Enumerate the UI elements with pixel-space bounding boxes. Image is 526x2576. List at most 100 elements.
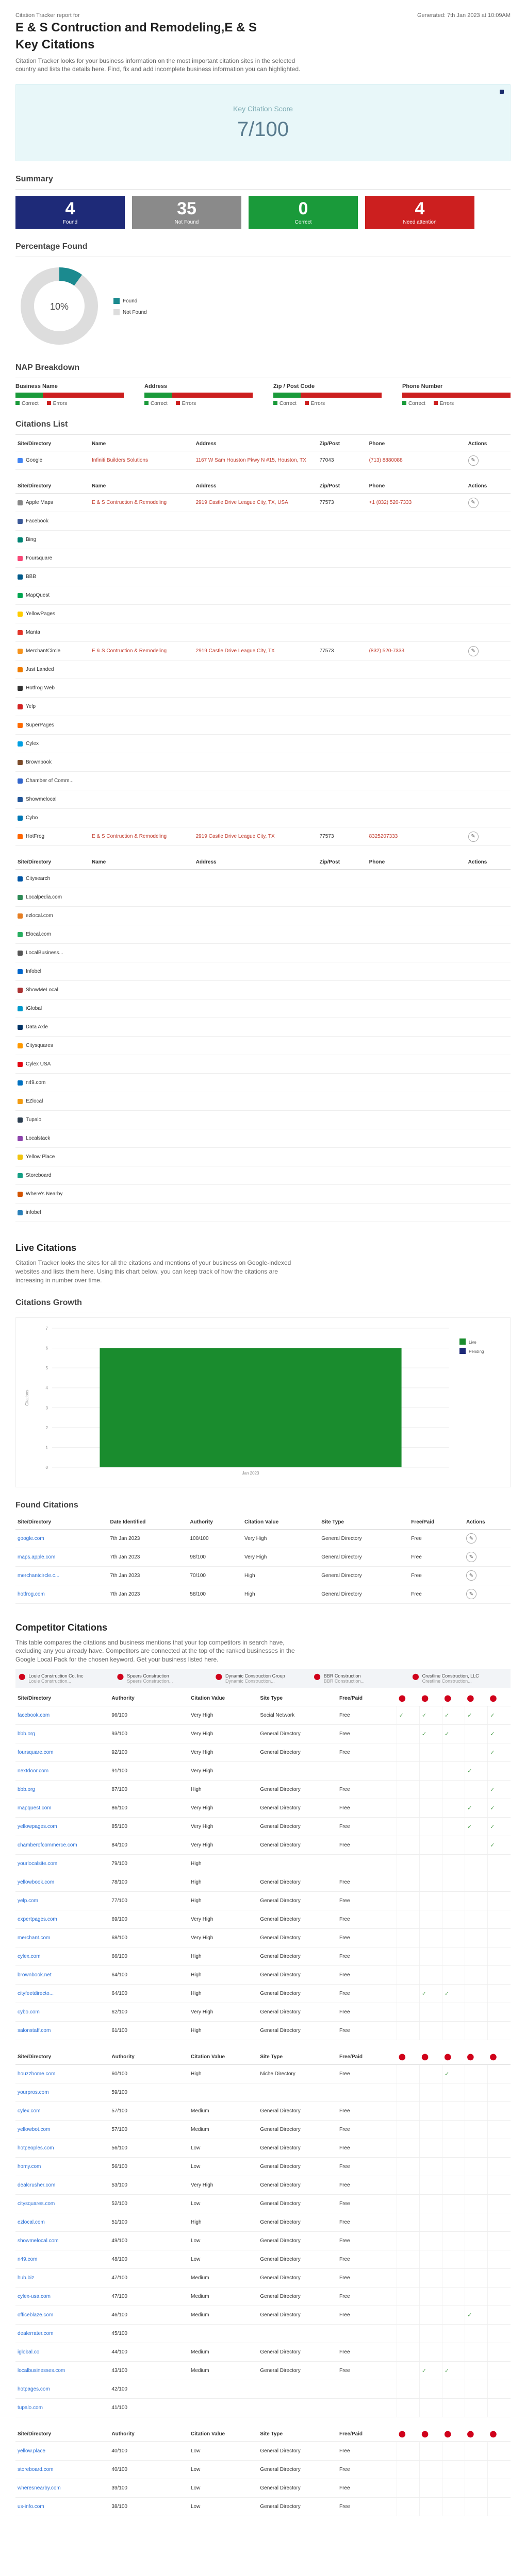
nap-legend-errors: Errors (304, 401, 325, 406)
check-icon: ✓ (421, 2367, 427, 2374)
site-link[interactable]: iglobal.co (15, 2343, 110, 2362)
competitor-check-cell (419, 1910, 442, 1929)
competitor-check-cell (487, 1891, 511, 1910)
value-cell: High (188, 2021, 258, 2040)
site-link[interactable]: mapquest.com (15, 1799, 110, 1818)
competitor-check-cell (419, 2460, 442, 2479)
table-row: yellow.place 40/100 Low General Directory Fr… (15, 2442, 511, 2461)
competitor-check-cell (441, 2306, 465, 2325)
site-link[interactable]: merchant.com (15, 1928, 110, 1947)
table-row: storeboard.com 40/100 Low General Directory… (15, 2460, 511, 2479)
site-link[interactable]: chamberofcommerce.com (15, 1836, 110, 1855)
site-link[interactable]: hotfrog.com (15, 1585, 108, 1604)
competitor-check-cell (465, 2250, 488, 2269)
site-link[interactable]: yourlocalsite.com (15, 1854, 110, 1873)
actions-cell (466, 1036, 511, 1056)
competitor-check-cell (487, 2361, 511, 2380)
site-link[interactable]: ezlocal.com (15, 2213, 110, 2232)
free-cell: Free (337, 1910, 397, 1929)
site-link[interactable]: yelp.com (15, 1891, 110, 1910)
found-citations-table: Site/Directory Date Identified Authority Ci… (15, 1515, 511, 1604)
site-link[interactable]: google.com (15, 1529, 108, 1548)
site-link[interactable]: yellowpages.com (15, 1817, 110, 1836)
site-link[interactable]: n49.com (15, 2250, 110, 2269)
edit-icon[interactable]: ✎ (468, 831, 479, 842)
column-header: Citation Value (188, 2049, 258, 2065)
competitor-name: Dynamic Construction Group (225, 1673, 285, 1679)
site-link[interactable]: localbusinesses.com (15, 2361, 110, 2380)
site-link[interactable]: hotpages.com (15, 2380, 110, 2399)
value-cell: Very High (188, 1910, 258, 1929)
table-row: Hotfrog Web (15, 679, 511, 698)
site-link[interactable]: showmelocal.com (15, 2231, 110, 2250)
site-link[interactable]: foursquare.com (15, 1743, 110, 1762)
competitor-check-cell: ✓ (487, 1836, 511, 1855)
site-link[interactable]: cylex-usa.com (15, 2287, 110, 2306)
site-link[interactable]: storeboard.com (15, 2460, 110, 2479)
y-tick-label: 4 (46, 1385, 48, 1390)
site-link[interactable]: us-info.com (15, 2497, 110, 2516)
competitor-check-cell (419, 1873, 442, 1892)
address-cell (193, 660, 318, 680)
site-link[interactable]: cylex.com (15, 1947, 110, 1966)
site-link[interactable]: brownbook.net (15, 1965, 110, 1985)
column-header: Zip/Post (317, 437, 367, 452)
site-link[interactable]: wheresnearby.com (15, 2479, 110, 2498)
site-link[interactable]: bbb.org (15, 1724, 110, 1743)
competitor-check-cell (487, 2250, 511, 2269)
site-link[interactable]: facebook.com (15, 1706, 110, 1725)
competitor-check-cell (419, 2442, 442, 2461)
edit-icon[interactable]: ✎ (466, 1570, 476, 1581)
site-link[interactable]: cityfeetdirecto... (15, 1984, 110, 2003)
competitor-check-cell (396, 2021, 420, 2040)
site-link[interactable]: bbb.org (15, 1780, 110, 1799)
type-cell: General Directory (258, 2343, 337, 2362)
site-link[interactable]: yellow.place (15, 2442, 110, 2461)
authority-cell: 78/100 (109, 1873, 189, 1892)
type-cell: General Directory (258, 1724, 337, 1743)
site-link[interactable]: dealerrater.com (15, 2324, 110, 2343)
actions-cell (466, 771, 511, 791)
check-icon: ✓ (467, 1823, 472, 1830)
site-link[interactable]: officeblaze.com (15, 2306, 110, 2325)
edit-icon[interactable]: ✎ (468, 646, 479, 656)
site-link[interactable]: hotpeoples.com (15, 2139, 110, 2158)
site-name: Tupalo (26, 1117, 42, 1123)
site-link[interactable]: cylex.com (15, 2102, 110, 2121)
date-cell: 7th Jan 2023 (108, 1548, 188, 1567)
table-row: homy.com 56/100 Low General Directory Free (15, 2157, 511, 2176)
site-link[interactable]: hub.biz (15, 2268, 110, 2287)
actions-cell (466, 808, 511, 828)
site-link[interactable]: merchantcircle.c... (15, 1566, 108, 1585)
actions-cell (466, 1055, 511, 1074)
address-cell (193, 604, 318, 624)
site-link[interactable]: nextdoor.com (15, 1761, 110, 1781)
map-pin-icon: ⬤ (19, 1672, 26, 1680)
phone-cell (367, 586, 466, 605)
site-link[interactable]: homy.com (15, 2157, 110, 2176)
check-icon: ✓ (490, 1712, 495, 1719)
site-link[interactable]: houzzhome.com (15, 2064, 110, 2083)
site-link[interactable]: citysquares.com (15, 2194, 110, 2213)
edit-icon[interactable]: ✎ (466, 1589, 476, 1600)
site-link[interactable]: yellowbot.com (15, 2120, 110, 2139)
site-link[interactable]: tupalo.com (15, 2398, 110, 2417)
site-favicon-icon (18, 1154, 23, 1160)
site-link[interactable]: dealcrusher.com (15, 2176, 110, 2195)
site-link[interactable]: yellowbook.com (15, 1873, 110, 1892)
summary-card-label: Need attention (403, 219, 437, 225)
edit-icon[interactable]: ✎ (468, 455, 479, 466)
site-name: Infobel (26, 969, 42, 975)
competitor-check-cell (441, 2021, 465, 2040)
edit-icon[interactable]: ✎ (466, 1533, 476, 1544)
site-cell: Where's Nearby (18, 1191, 88, 1197)
competitor-check-cell (396, 2064, 420, 2083)
site-link[interactable]: yourpros.com (15, 2083, 110, 2102)
site-link[interactable]: cybo.com (15, 2003, 110, 2022)
site-link[interactable]: expertpages.com (15, 1910, 110, 1929)
site-cell: LocalBusiness... (18, 950, 88, 956)
edit-icon[interactable]: ✎ (468, 497, 479, 508)
site-link[interactable]: salonstaff.com (15, 2021, 110, 2040)
site-link[interactable]: maps.apple.com (15, 1548, 108, 1567)
edit-icon[interactable]: ✎ (466, 1552, 476, 1563)
